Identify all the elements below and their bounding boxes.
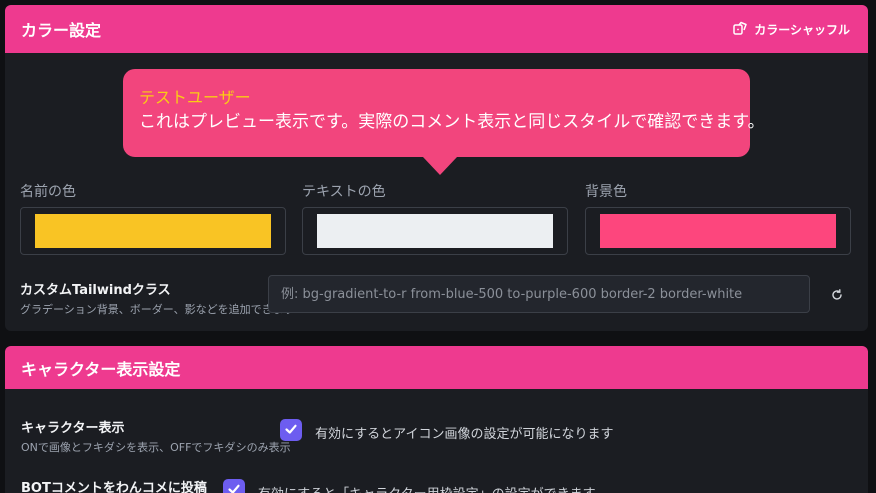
text-color-field: テキストの色 xyxy=(302,181,568,255)
tailwind-description: グラデーション背景、ボーダー、影などを追加できます xyxy=(20,303,295,316)
name-color-swatch xyxy=(35,214,271,248)
bot-comment-label-group: BOTコメントをわんコメに投稿 xyxy=(21,477,207,493)
background-color-label: 背景色 xyxy=(585,184,627,200)
character-display-label: キャラクター表示 xyxy=(21,421,125,436)
refresh-icon xyxy=(831,286,843,305)
preview-message: これはプレビュー表示です。実際のコメント表示と同じスタイルで確認できます。 xyxy=(139,112,765,132)
color-settings-header: カラー設定 カラーシャッフル xyxy=(5,5,868,53)
bot-comment-checkbox[interactable] xyxy=(223,479,245,493)
name-color-label: 名前の色 xyxy=(20,184,76,200)
name-color-field: 名前の色 xyxy=(20,181,286,255)
tailwind-label-group: カスタムTailwindクラス グラデーション背景、ボーダー、影などを追加できま… xyxy=(20,279,295,317)
preview-username: テストユーザー xyxy=(139,88,251,107)
shuffle-icon xyxy=(732,20,748,39)
character-display-label-group: キャラクター表示 ONで画像とフキダシを表示、OFFでフキダシのみ表示 xyxy=(21,417,291,455)
background-color-picker[interactable] xyxy=(585,207,851,255)
color-settings-title: カラー設定 xyxy=(21,21,102,40)
character-display-description: ONで画像とフキダシを表示、OFFでフキダシのみ表示 xyxy=(21,441,291,454)
name-color-picker[interactable] xyxy=(20,207,286,255)
color-settings-card: カラー設定 カラーシャッフル テストユーザー これはプレビュー表示です。実際のコ… xyxy=(5,5,868,331)
color-shuffle-label: カラーシャッフル xyxy=(754,22,850,37)
color-shuffle-button[interactable]: カラーシャッフル xyxy=(732,20,850,39)
tailwind-label: カスタムTailwindクラス xyxy=(20,283,171,298)
text-color-picker[interactable] xyxy=(302,207,568,255)
tailwind-class-input[interactable] xyxy=(268,275,810,313)
text-color-swatch xyxy=(317,214,553,248)
text-color-label: テキストの色 xyxy=(302,184,386,200)
character-settings-title: キャラクター表示設定 xyxy=(21,359,181,379)
background-color-swatch xyxy=(600,214,836,248)
tailwind-reset-button[interactable] xyxy=(827,285,847,305)
bot-comment-label: BOTコメントをわんコメに投稿 xyxy=(21,481,207,493)
bot-comment-check-text: 有効にすると「キャラクター用枠設定」の設定ができます xyxy=(258,483,596,493)
preview-bubble: テストユーザー これはプレビュー表示です。実際のコメント表示と同じスタイルで確認… xyxy=(123,69,765,175)
character-display-check-text: 有効にするとアイコン画像の設定が可能になります xyxy=(315,427,614,442)
checkmark-icon xyxy=(227,481,241,493)
checkmark-icon xyxy=(284,421,298,440)
character-settings-card: キャラクター表示設定 キャラクター表示 ONで画像とフキダシを表示、OFFでフキ… xyxy=(5,346,868,493)
character-settings-header: キャラクター表示設定 xyxy=(5,346,868,389)
character-display-checkbox[interactable] xyxy=(280,419,302,441)
background-color-field: 背景色 xyxy=(585,181,851,255)
